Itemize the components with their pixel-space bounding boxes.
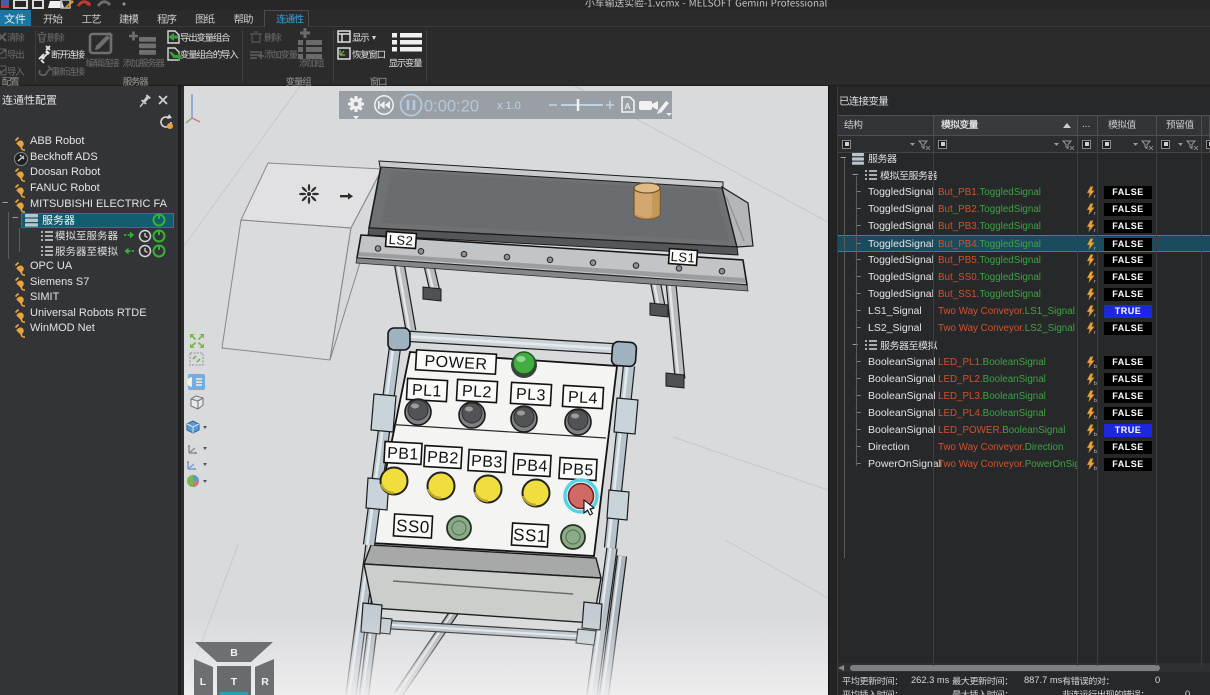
svg-text:A: A [625, 101, 631, 111]
svg-text:POWER: POWER [424, 353, 488, 373]
svg-text:PL2: PL2 [461, 383, 492, 402]
svg-text:PL1: PL1 [411, 382, 442, 401]
svg-text:PB1: PB1 [387, 445, 420, 464]
svg-text:r: r [1094, 211, 1096, 216]
svg-text:PB4: PB4 [516, 457, 549, 476]
svg-text:PB3: PB3 [471, 453, 504, 472]
svg-text:0:00:20: 0:00:20 [424, 98, 479, 116]
svg-text:LS1: LS1 [670, 249, 696, 266]
svg-text:R: R [261, 676, 269, 688]
svg-text:r: r [1094, 246, 1096, 251]
svg-text:x 1.0: x 1.0 [497, 100, 521, 112]
svg-text:T: T [231, 676, 238, 688]
svg-text:r: r [1094, 228, 1096, 233]
svg-text:SS1: SS1 [513, 525, 548, 546]
svg-text:PB2: PB2 [427, 449, 460, 468]
svg-text:PL3: PL3 [515, 386, 546, 405]
svg-text:L: L [200, 676, 207, 688]
svg-text:LS2: LS2 [388, 232, 414, 249]
svg-text:r: r [1094, 279, 1096, 284]
svg-text:B: B [230, 647, 238, 659]
svg-text:r: r [1094, 262, 1096, 267]
svg-text:PB5: PB5 [562, 461, 595, 480]
svg-text:SS0: SS0 [396, 516, 431, 537]
svg-text:PL4: PL4 [567, 389, 598, 408]
svg-text:r: r [1094, 313, 1096, 318]
svg-text:r: r [1094, 296, 1096, 301]
svg-text:r: r [1094, 330, 1096, 335]
svg-text:r: r [1094, 194, 1096, 199]
